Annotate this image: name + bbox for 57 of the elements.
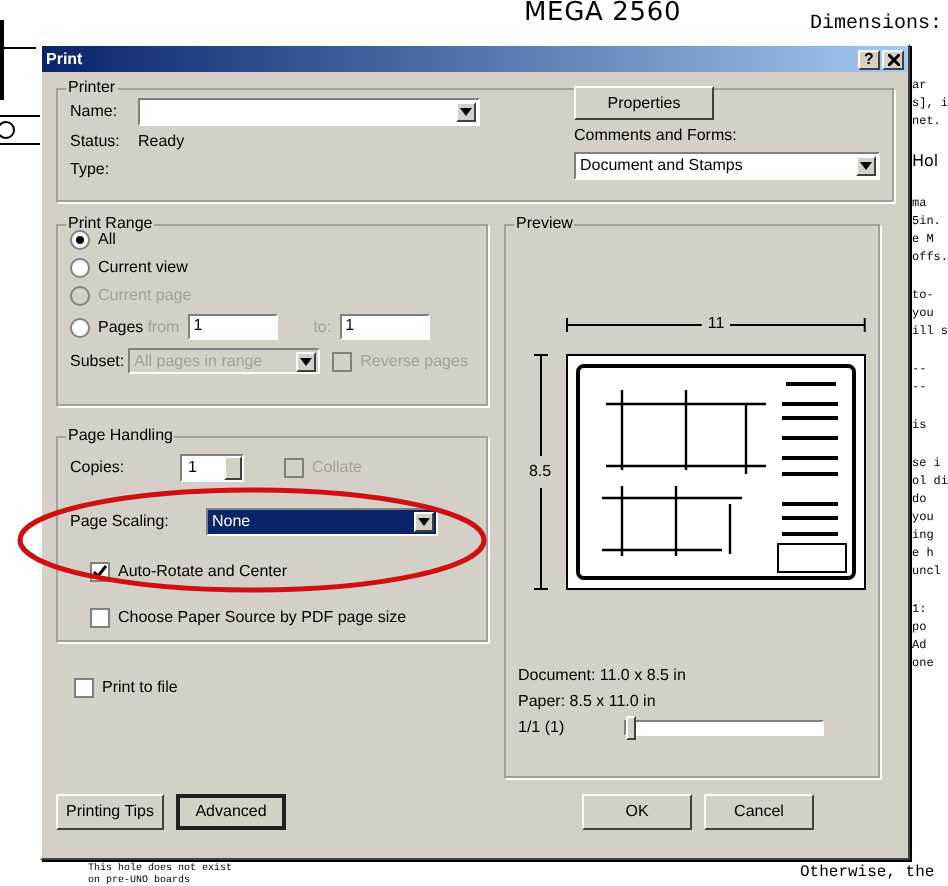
page-slider-track[interactable]	[624, 720, 825, 736]
checkbox-label: Print to file	[102, 678, 178, 698]
field-label: Copies:	[70, 458, 127, 478]
width-label: 11	[705, 314, 727, 334]
field-label: Name:	[70, 102, 120, 123]
group-title: Print Range	[66, 214, 155, 232]
checkbox[interactable]	[74, 678, 94, 698]
status-value: Ready	[138, 132, 187, 153]
page-count: 1/1 (1)	[518, 718, 565, 738]
dropdown-arrow-icon[interactable]	[456, 102, 476, 123]
document-text: Otherwise, the	[800, 864, 935, 884]
to-page-field[interactable]: 1	[339, 314, 430, 340]
height-dimension-icon	[533, 354, 547, 456]
field-label: Status:	[70, 132, 122, 153]
radio-label: Pages	[98, 317, 144, 337]
dialog-button[interactable]: Printing Tips	[56, 794, 164, 830]
radio-label: Current view	[98, 258, 188, 278]
dialog-button[interactable]: OK	[582, 794, 692, 830]
from-page-field[interactable]: 1	[187, 314, 278, 340]
slider-thumb[interactable]	[626, 716, 637, 740]
printer-name-select[interactable]	[138, 98, 480, 127]
height-label: 8.5	[528, 460, 552, 484]
radio-button[interactable]	[70, 317, 90, 337]
group-title: Preview	[514, 214, 575, 234]
checkbox-label: Auto-Rotate and Center	[118, 562, 287, 582]
document-text: Hol	[912, 150, 941, 174]
comments-select[interactable]: Document and Stamps	[574, 152, 880, 180]
document-size: Document: 11.0 x 8.5 in	[518, 666, 688, 686]
paper-size: Paper: 8.5 x 11.0 in	[518, 692, 658, 712]
checkbox[interactable]	[90, 608, 110, 628]
dropdown-arrow-icon[interactable]	[856, 156, 876, 176]
properties-button[interactable]: Properties	[574, 86, 714, 120]
height-dimension-icon	[533, 488, 547, 590]
radio-button[interactable]	[70, 258, 90, 278]
radio-button[interactable]	[70, 230, 90, 250]
field-label: Page Scaling:	[70, 512, 171, 532]
help-button[interactable]: ?	[858, 49, 880, 69]
group-title: Printer	[66, 78, 118, 98]
checkbox-label: Choose Paper Source by PDF page size	[118, 608, 407, 628]
schematic-drawing	[0, 20, 40, 148]
dialog-button[interactable]: Advanced	[176, 794, 286, 830]
dropdown-arrow-icon[interactable]	[414, 512, 434, 532]
copies-spinner[interactable]: 1	[180, 454, 244, 482]
width-dimension-icon	[730, 317, 866, 331]
page-scaling-select[interactable]: None	[206, 508, 438, 536]
dialog-button[interactable]: Cancel	[704, 794, 814, 830]
window-title: Print	[46, 49, 83, 69]
document-heading: MEGA 2560	[524, 0, 682, 28]
radio-label: All	[98, 230, 116, 250]
close-icon[interactable]	[882, 49, 904, 69]
document-text: Dimensions:	[810, 14, 943, 36]
group-title: Page Handling	[66, 426, 175, 446]
field-label: Type:	[70, 159, 112, 180]
dropdown-arrow-icon[interactable]	[296, 351, 317, 371]
field-label: Subset:	[70, 351, 125, 371]
field-label: Comments and Forms:	[574, 126, 739, 146]
width-dimension-icon	[566, 317, 702, 331]
